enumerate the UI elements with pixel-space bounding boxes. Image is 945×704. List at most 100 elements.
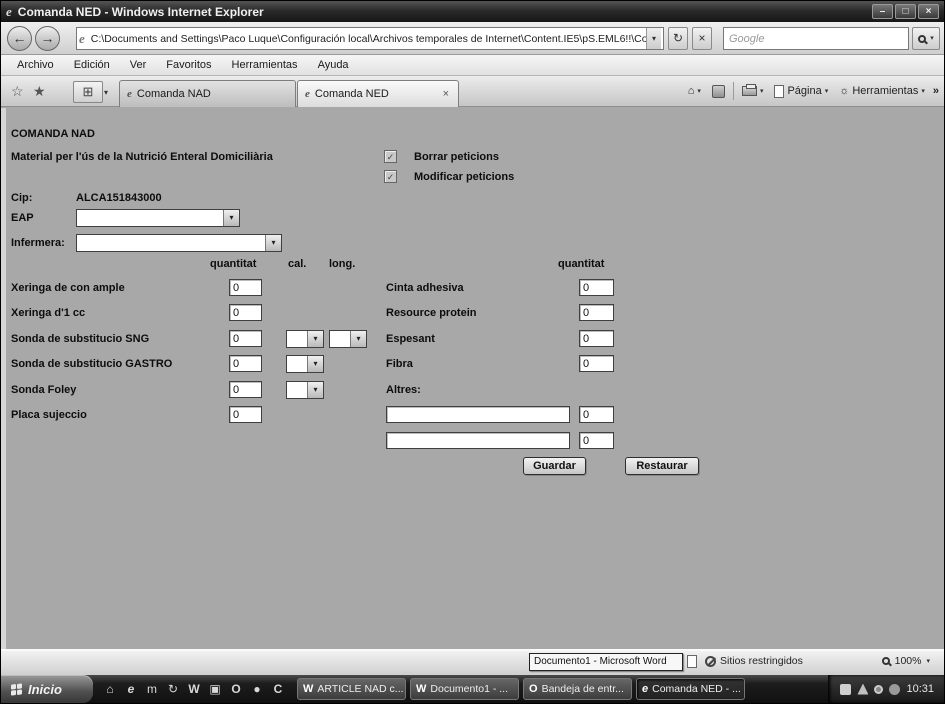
- qty-input-espesant[interactable]: [579, 330, 614, 347]
- eap-label: EAP: [11, 212, 34, 224]
- zoom-caret-icon[interactable]: ▾: [926, 657, 930, 665]
- quicklaunch-icon-9[interactable]: C: [271, 682, 285, 696]
- clock: 10:31: [906, 683, 934, 695]
- print-button[interactable]: ▾: [739, 84, 767, 98]
- address-dropdown-icon[interactable]: ▾: [646, 28, 661, 49]
- cal-select-sonda-sng[interactable]: ▾: [286, 330, 324, 348]
- borrar-peticions-checkbox[interactable]: ✓: [384, 150, 397, 163]
- quicklaunch-ie-icon[interactable]: e: [124, 682, 138, 696]
- menu-edicion[interactable]: Edición: [64, 56, 120, 74]
- zoom-control[interactable]: 100% ▾: [882, 655, 930, 667]
- modificar-peticions-checkbox[interactable]: ✓: [384, 170, 397, 183]
- qty-input-xeringa-1cc[interactable]: [229, 304, 262, 321]
- tools-menu-button[interactable]: ☼ Herramientas ▾: [836, 83, 928, 99]
- qty-input-fibra[interactable]: [579, 355, 614, 372]
- search-button[interactable]: ▾: [912, 27, 940, 50]
- qty-input-sonda-gastro[interactable]: [229, 355, 262, 372]
- tab-comanda-nad[interactable]: e Comanda NAD: [119, 80, 296, 107]
- chevron-down-icon[interactable]: ▾: [307, 331, 323, 347]
- chevron-down-icon[interactable]: ▾: [307, 356, 323, 372]
- menu-ver[interactable]: Ver: [120, 56, 157, 74]
- chevron-down-icon[interactable]: ▾: [307, 382, 323, 398]
- quicklaunch-icon-3[interactable]: m: [145, 682, 159, 696]
- chevron-down-icon[interactable]: ▾: [223, 210, 239, 226]
- toolbar-overflow-button[interactable]: »: [933, 85, 939, 97]
- quicklaunch-icon-6[interactable]: ▣: [208, 682, 222, 696]
- quick-tabs-button[interactable]: ⊞: [73, 81, 103, 103]
- command-bar: ⌂ ▾ ▾ Página ▾ ☼ Herramientas ▾ »: [685, 82, 939, 100]
- menu-herramientas[interactable]: Herramientas: [222, 56, 308, 74]
- altres-label: Altres:: [386, 384, 421, 396]
- qty-input-sonda-sng[interactable]: [229, 330, 262, 347]
- tray-icon-4[interactable]: [889, 684, 900, 695]
- tray-icon-1[interactable]: [840, 684, 851, 695]
- page-menu-button[interactable]: Página ▾: [771, 83, 831, 100]
- back-button[interactable]: ←: [7, 26, 32, 51]
- long-select-sonda-sng[interactable]: ▾: [329, 330, 367, 348]
- taskbar-tooltip: Documento1 - Microsoft Word: [529, 653, 683, 671]
- infermera-select[interactable]: ▾: [76, 234, 282, 252]
- home-button[interactable]: ⌂ ▾: [685, 83, 704, 99]
- eap-select[interactable]: ▾: [76, 209, 240, 227]
- cal-select-sonda-foley[interactable]: ▾: [286, 381, 324, 399]
- feeds-button[interactable]: [709, 83, 728, 100]
- qty-input-resource-protein[interactable]: [579, 304, 614, 321]
- address-bar[interactable]: e C:\Documents and Settings\Paco Luque\C…: [76, 27, 664, 50]
- quicklaunch-outlook-icon[interactable]: O: [229, 682, 243, 696]
- row-label: Placa sujeccio: [11, 409, 87, 421]
- chevron-down-icon[interactable]: ▾: [350, 331, 366, 347]
- favorites-star-icon[interactable]: ☆: [11, 83, 24, 100]
- document-icon: [687, 655, 697, 668]
- tray-icon-3[interactable]: [874, 685, 883, 694]
- qty-input-placa-sujeccio[interactable]: [229, 406, 262, 423]
- rss-icon: [712, 85, 725, 98]
- forward-button[interactable]: →: [35, 26, 60, 51]
- tools-menu-label: Herramientas: [852, 85, 918, 97]
- stop-button[interactable]: ×: [692, 27, 712, 50]
- outlook-icon: O: [529, 683, 538, 695]
- quick-tabs-caret-icon[interactable]: ▾: [104, 88, 108, 97]
- qty-input-cinta-adhesiva[interactable]: [579, 279, 614, 296]
- task-bandeja-entrada[interactable]: O Bandeja de entr...: [523, 678, 632, 700]
- search-input[interactable]: [729, 33, 903, 45]
- menu-ayuda[interactable]: Ayuda: [308, 56, 359, 74]
- quicklaunch-icon-8[interactable]: ●: [250, 682, 264, 696]
- restaurar-button[interactable]: Restaurar: [625, 457, 699, 475]
- qty-input-sonda-foley[interactable]: [229, 381, 262, 398]
- menu-favoritos[interactable]: Favoritos: [156, 56, 221, 74]
- altres-qty-input-2[interactable]: [579, 432, 614, 449]
- minimize-button[interactable]: –: [872, 4, 893, 19]
- address-text: C:\Documents and Settings\Paco Luque\Con…: [91, 33, 646, 45]
- task-comanda-ned[interactable]: e Comanda NED - ...: [636, 678, 745, 700]
- restore-button[interactable]: □: [895, 4, 916, 19]
- start-button[interactable]: Inicio: [1, 675, 93, 703]
- altres-qty-input-1[interactable]: [579, 406, 614, 423]
- chevron-down-icon[interactable]: ▾: [265, 235, 281, 251]
- altres-text-input-1[interactable]: [386, 406, 570, 423]
- qty-input-xeringa-con-ample[interactable]: [229, 279, 262, 296]
- menu-archivo[interactable]: Archivo: [7, 56, 64, 74]
- tab-comanda-ned[interactable]: e Comanda NED ×: [297, 80, 459, 107]
- close-button[interactable]: ×: [918, 4, 939, 19]
- search-box[interactable]: [723, 27, 909, 50]
- refresh-button[interactable]: ↻: [668, 27, 688, 50]
- cal-select-sonda-gastro[interactable]: ▾: [286, 355, 324, 373]
- altres-text-input-2[interactable]: [386, 432, 570, 449]
- tab-close-icon[interactable]: ×: [441, 88, 451, 100]
- add-favorite-icon[interactable]: ★: [33, 83, 46, 100]
- task-article-nad[interactable]: W ARTICLE NAD c...: [297, 678, 406, 700]
- search-caret-icon: ▾: [930, 28, 934, 49]
- header-long: long.: [329, 258, 355, 270]
- print-caret-icon: ▾: [760, 87, 764, 95]
- guardar-button[interactable]: Guardar: [523, 457, 586, 475]
- status-bar: Documento1 - Microsoft Word Sitios restr…: [1, 649, 944, 675]
- tray-icon-2[interactable]: [857, 684, 868, 695]
- task-documento1[interactable]: W Documento1 - ...: [410, 678, 519, 700]
- quicklaunch-word-icon[interactable]: W: [187, 682, 201, 696]
- quicklaunch-icon-4[interactable]: ↻: [166, 682, 180, 696]
- start-label: Inicio: [28, 682, 62, 697]
- tools-caret-icon: ▾: [921, 87, 925, 95]
- page-caret-icon: ▾: [825, 87, 829, 95]
- security-zone: Sitios restringidos: [705, 655, 803, 667]
- quicklaunch-icon-1[interactable]: ⌂: [103, 682, 117, 696]
